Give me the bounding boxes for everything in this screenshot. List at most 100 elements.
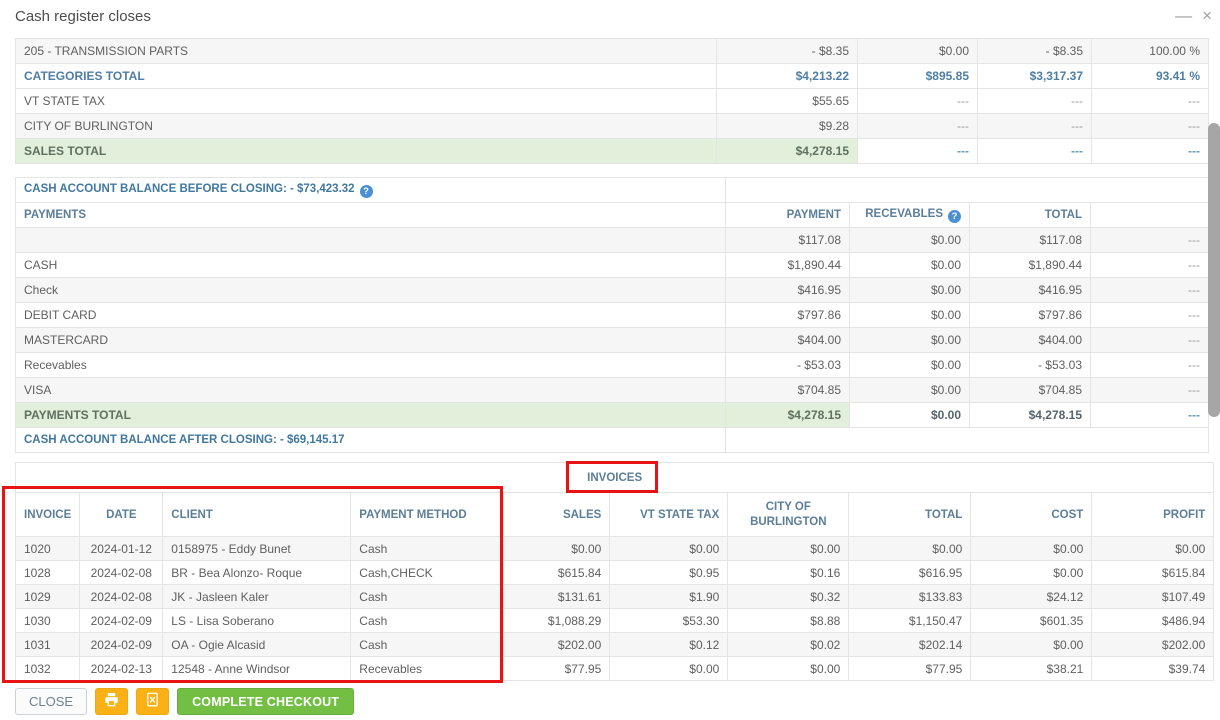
invoice-row: 1030 2024-02-09 LS - Lisa Soberano Cash …	[16, 609, 1214, 633]
table-cell: $77.95	[849, 657, 971, 681]
column-header: INVOICE	[16, 493, 80, 537]
vertical-scrollbar-thumb[interactable]	[1208, 123, 1220, 417]
table-row: VT STATE TAX $55.65 --- --- ---	[16, 89, 1209, 114]
invoice-payment-method: Cash,CHECK	[351, 561, 504, 585]
invoice-number: 1029	[16, 585, 80, 609]
table-cell: $0.00	[1092, 537, 1214, 561]
cash-register-closes-dialog: Cash register closes — × 205 - TRANSMISS…	[0, 0, 1220, 720]
table-cell: $131.61	[504, 585, 610, 609]
table-cell: $404.00	[970, 328, 1091, 353]
table-cell	[726, 178, 1209, 203]
table-cell: ---	[1091, 253, 1209, 278]
table-cell: ---	[1091, 378, 1209, 403]
table-cell: $39.74	[1092, 657, 1214, 681]
table-cell: ---	[858, 139, 978, 164]
column-header: PAYMENT METHOD	[351, 493, 504, 537]
table-cell: $24.12	[971, 585, 1092, 609]
table-cell: ---	[858, 89, 978, 114]
table-row: Recevables - $53.03 $0.00 - $53.03 ---	[16, 353, 1209, 378]
invoice-payment-method: Cash	[351, 633, 504, 657]
page-title: Cash register closes	[15, 8, 151, 25]
table-cell: $704.85	[726, 378, 850, 403]
column-header: DATE	[80, 493, 163, 537]
invoices-caption: INVOICES	[16, 463, 1214, 493]
table-cell: $1,150.47	[849, 609, 971, 633]
table-cell: $3,317.37	[978, 64, 1092, 89]
table-row: 205 - TRANSMISSION PARTS - $8.35 $0.00 -…	[16, 39, 1209, 64]
table-cell: $0.00	[504, 537, 610, 561]
table-cell: $704.85	[970, 378, 1091, 403]
print-button[interactable]	[95, 688, 128, 715]
close-icon[interactable]: ×	[1202, 4, 1212, 28]
table-cell: $0.00	[858, 39, 978, 64]
table-cell: $202.00	[1092, 633, 1214, 657]
invoice-row: 1031 2024-02-09 OA - Ogie Alcasid Cash $…	[16, 633, 1214, 657]
printer-icon	[104, 692, 119, 712]
table-row: Check $416.95 $0.00 $416.95 ---	[16, 278, 1209, 303]
table-cell: $1,890.44	[726, 253, 850, 278]
table-cell: $0.00	[971, 633, 1092, 657]
table-cell: $4,213.22	[717, 64, 858, 89]
minimize-icon[interactable]: —	[1175, 4, 1192, 28]
table-cell: $0.00	[850, 228, 970, 253]
column-header: VT STATE TAX	[610, 493, 728, 537]
invoice-date: 2024-01-12	[80, 537, 163, 561]
table-cell: $0.02	[728, 633, 849, 657]
invoice-date: 2024-02-08	[80, 585, 163, 609]
help-icon[interactable]: ?	[948, 210, 961, 223]
invoice-client: BR - Bea Alonzo- Roque	[163, 561, 351, 585]
table-cell: ---	[978, 139, 1092, 164]
column-header: COST	[971, 493, 1092, 537]
table-cell: $1,890.44	[970, 253, 1091, 278]
help-icon[interactable]: ?	[360, 185, 373, 198]
table-cell: $0.95	[610, 561, 728, 585]
invoice-client: LS - Lisa Soberano	[163, 609, 351, 633]
table-cell: $202.00	[504, 633, 610, 657]
table-cell: $0.00	[971, 537, 1092, 561]
table-cell: - $8.35	[978, 39, 1092, 64]
close-button[interactable]: CLOSE	[15, 688, 87, 715]
table-cell: $0.00	[728, 537, 849, 561]
table-cell: ---	[1091, 278, 1209, 303]
invoice-client: 12548 - Anne Windsor	[163, 657, 351, 681]
column-header: RECEVABLES?	[850, 203, 970, 228]
sales-total-row: SALES TOTAL $4,278.15 --- --- ---	[16, 139, 1209, 164]
categories-table: 205 - TRANSMISSION PARTS - $8.35 $0.00 -…	[15, 38, 1209, 164]
table-cell: $117.08	[970, 228, 1091, 253]
invoice-number: 1031	[16, 633, 80, 657]
table-cell: $0.00	[850, 328, 970, 353]
table-cell: $202.14	[849, 633, 971, 657]
complete-checkout-button[interactable]: COMPLETE CHECKOUT	[177, 688, 354, 715]
invoice-row: 1020 2024-01-12 0158975 - Eddy Bunet Cas…	[16, 537, 1214, 561]
table-cell: $404.00	[726, 328, 850, 353]
balance-before-text: CASH ACCOUNT BALANCE BEFORE CLOSING: - $…	[16, 178, 726, 203]
table-cell: $416.95	[970, 278, 1091, 303]
column-header: CLIENT	[163, 493, 351, 537]
table-cell: $0.00	[850, 303, 970, 328]
table-cell: $615.84	[1092, 561, 1214, 585]
table-cell: $9.28	[717, 114, 858, 139]
table-cell: $0.00	[971, 561, 1092, 585]
table-cell: $0.00	[610, 657, 728, 681]
invoices-caption-row: INVOICES	[16, 463, 1214, 493]
export-excel-button[interactable]	[136, 688, 169, 715]
category-label: CITY OF BURLINGTON	[16, 114, 717, 139]
column-header: SALES	[504, 493, 610, 537]
payment-method-label: Check	[16, 278, 726, 303]
invoice-payment-method: Cash	[351, 585, 504, 609]
table-cell: $0.16	[728, 561, 849, 585]
table-cell: $0.00	[850, 403, 970, 428]
invoice-payment-method: Recevables	[351, 657, 504, 681]
table-cell: - $53.03	[726, 353, 850, 378]
table-cell: $4,278.15	[726, 403, 850, 428]
table-cell: $797.86	[970, 303, 1091, 328]
table-cell: 93.41 %	[1092, 64, 1209, 89]
category-label: VT STATE TAX	[16, 89, 717, 114]
invoice-row: 1029 2024-02-08 JK - Jasleen Kaler Cash …	[16, 585, 1214, 609]
table-cell: $4,278.15	[970, 403, 1091, 428]
invoice-payment-method: Cash	[351, 537, 504, 561]
invoice-date: 2024-02-08	[80, 561, 163, 585]
table-cell: ---	[1092, 139, 1209, 164]
table-cell: $0.00	[850, 353, 970, 378]
payment-method-label: MASTERCARD	[16, 328, 726, 353]
